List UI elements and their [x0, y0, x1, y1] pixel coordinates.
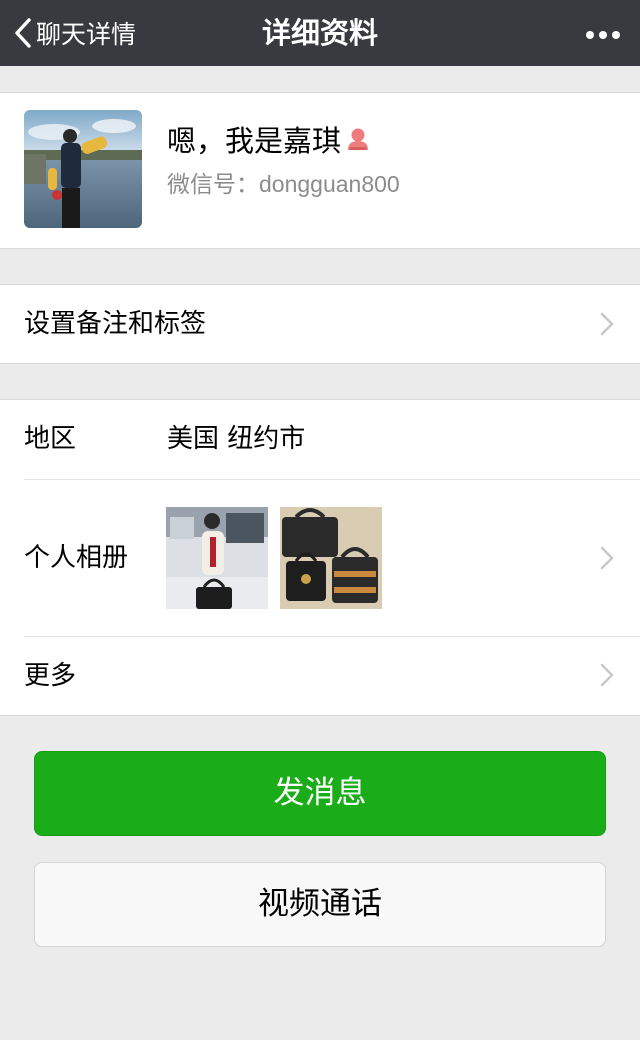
navigation-bar: 聊天详情 详细资料 [0, 0, 640, 66]
chevron-right-icon [600, 663, 614, 687]
more-label: 更多 [24, 661, 77, 691]
region-row: 地区 美国 纽约市 [0, 400, 640, 479]
wechat-id-row: 微信号：dongguan800 [167, 165, 400, 199]
more-options-button[interactable] [578, 0, 628, 66]
region-label: 地区 [24, 424, 77, 454]
avatar[interactable] [24, 110, 142, 228]
region-value: 美国 纽约市 [167, 424, 306, 454]
wechat-id-label: 微信号： [167, 172, 259, 198]
chevron-right-icon [600, 312, 614, 336]
wechat-id-value: dongguan800 [259, 171, 400, 197]
details-group: 地区 美国 纽约市 个人相册 更多 [0, 399, 640, 716]
page-title: 详细资料 [261, 16, 378, 50]
avatar-photo [24, 110, 142, 228]
more-info-row[interactable]: 更多 [0, 637, 640, 715]
female-icon [348, 128, 369, 150]
more-dots-icon [584, 24, 623, 43]
album-label: 个人相册 [24, 543, 129, 573]
set-remark-and-tags-cell[interactable]: 设置备注和标签 [0, 284, 640, 364]
album-thumbnail [280, 507, 382, 609]
personal-album-row[interactable]: 个人相册 [0, 480, 640, 636]
set-remark-label: 设置备注和标签 [24, 309, 207, 339]
album-thumbnail [166, 507, 268, 609]
nickname-row: 嗯，我是嘉琪 [167, 119, 371, 159]
send-message-button[interactable]: 发消息 [34, 751, 606, 836]
nickname: 嗯，我是嘉琪 [167, 124, 342, 158]
profile-card: 嗯，我是嘉琪 微信号：dongguan800 [0, 92, 640, 249]
video-call-button[interactable]: 视频通话 [34, 862, 606, 947]
chevron-right-icon [600, 546, 614, 570]
